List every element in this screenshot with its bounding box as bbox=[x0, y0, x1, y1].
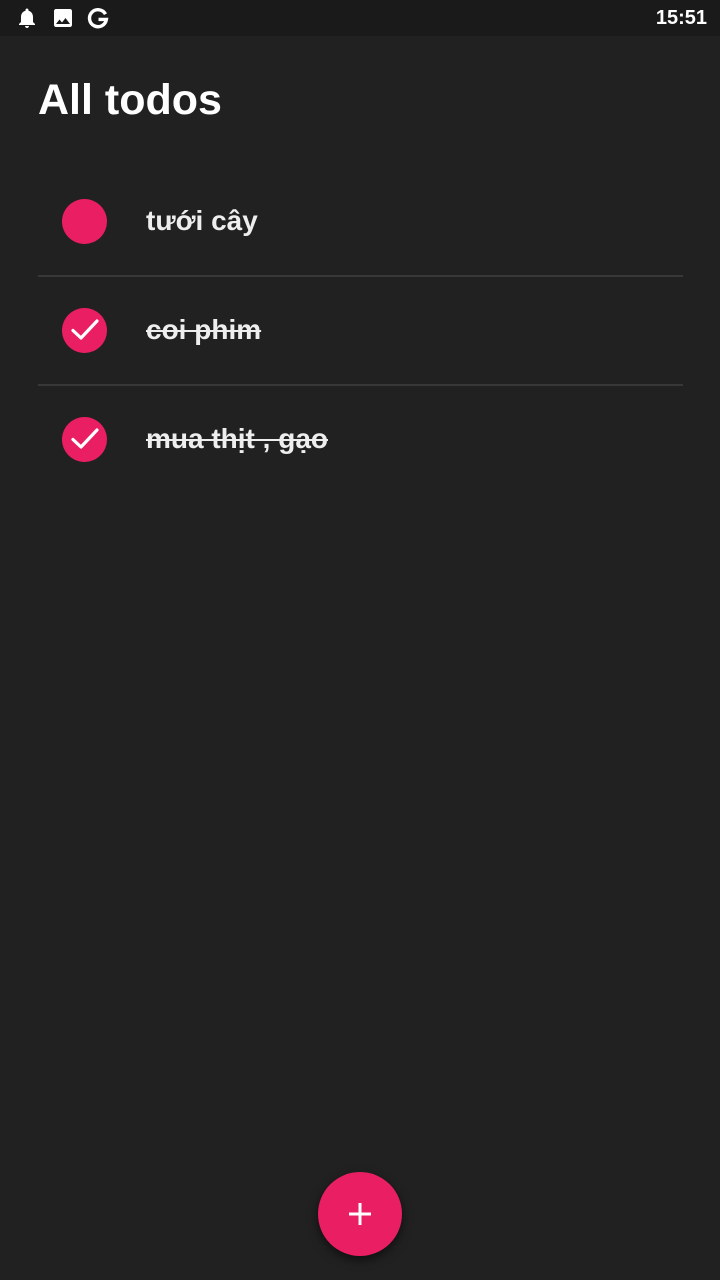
google-icon bbox=[86, 6, 110, 30]
todo-label: mua thịt , gạo bbox=[146, 423, 328, 454]
status-bar: 15:51 bbox=[0, 0, 720, 36]
todo-item[interactable]: mua thịt , gạo bbox=[38, 386, 683, 493]
status-time: 15:51 bbox=[655, 7, 707, 29]
todo-item[interactable]: coi phim bbox=[38, 277, 683, 386]
todo-checkbox-unchecked[interactable] bbox=[62, 199, 107, 244]
page-title: All todos bbox=[38, 76, 222, 124]
todo-label: tưới cây bbox=[146, 205, 258, 236]
todo-label: coi phim bbox=[146, 314, 262, 345]
checkmark-icon bbox=[71, 319, 99, 340]
todo-item[interactable]: tưới cây bbox=[38, 168, 683, 277]
checkmark-icon bbox=[71, 428, 99, 449]
add-todo-button[interactable] bbox=[318, 1172, 402, 1256]
notification-bell-icon bbox=[15, 6, 39, 30]
todo-checkbox-checked[interactable] bbox=[62, 308, 107, 353]
plus-icon bbox=[349, 1203, 371, 1225]
image-icon bbox=[51, 6, 75, 30]
todo-checkbox-checked[interactable] bbox=[62, 417, 107, 462]
todo-list: tưới cây coi phim mua thịt , gạo bbox=[38, 168, 683, 493]
